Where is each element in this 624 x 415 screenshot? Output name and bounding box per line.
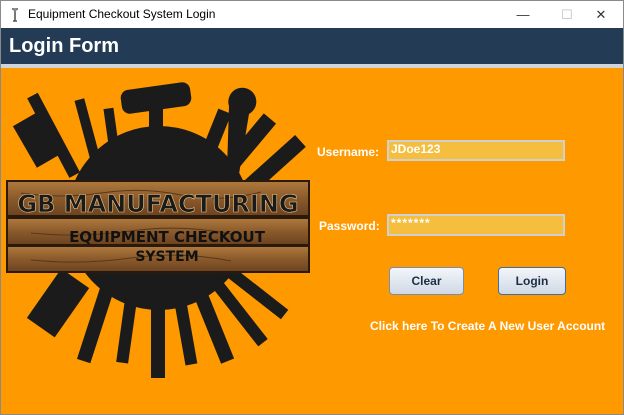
close-button[interactable]: ✕ <box>579 1 623 28</box>
password-label: Password: <box>319 219 380 233</box>
java-app-icon <box>12 8 18 22</box>
clear-button[interactable]: Clear <box>389 267 464 295</box>
login-button[interactable]: Login <box>498 267 566 295</box>
form-title: Login Form <box>9 35 119 57</box>
logo-line1: GB MANUFACTURING <box>17 190 298 218</box>
logo-line3: SYSTEM <box>135 249 198 265</box>
title-bar: Equipment Checkout System Login — ☐ ✕ <box>1 1 623 28</box>
username-field[interactable]: JDoe123 <box>387 140 565 161</box>
password-field[interactable]: ******* <box>387 214 565 236</box>
tools-emblem-icon: GB MANUFACTURING EQUIPMENT CHECKOUT SYST… <box>6 82 310 378</box>
logo-line2: EQUIPMENT CHECKOUT <box>69 228 266 246</box>
minimize-button[interactable]: — <box>501 1 545 28</box>
create-account-link[interactable]: Click here To Create A New User Account <box>370 319 605 333</box>
window-title: Equipment Checkout System Login <box>28 7 216 21</box>
username-label: Username: <box>317 145 380 159</box>
login-window: Equipment Checkout System Login — ☐ ✕ Lo… <box>0 0 624 415</box>
form-header: Login Form <box>1 28 623 64</box>
login-panel: GB MANUFACTURING EQUIPMENT CHECKOUT SYST… <box>1 68 623 414</box>
